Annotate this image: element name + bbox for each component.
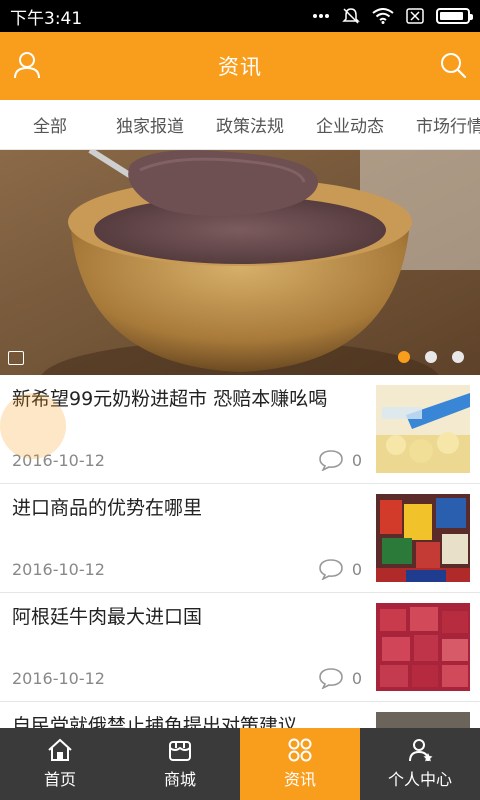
news-grid-icon (288, 738, 312, 762)
bottom-navigation: 首页 商城 资讯 个人中心 (0, 728, 480, 800)
news-thumbnail (376, 603, 470, 691)
news-item[interactable]: 阿根廷牛肉最大进口国 2016-10-12 0 (0, 593, 480, 702)
battery-fill (440, 12, 464, 20)
nav-label: 商城 (163, 770, 196, 789)
shop-icon (169, 741, 191, 761)
comment-count: 0 (318, 558, 362, 580)
status-icons (312, 7, 473, 25)
tab-market[interactable]: 市场行情 (400, 112, 480, 137)
touch-ripple (0, 393, 66, 459)
status-time: 下午3:41 (10, 8, 83, 29)
page-title: 资讯 (218, 55, 262, 79)
carousel-indicator (398, 351, 464, 363)
news-thumbnail (376, 712, 470, 728)
comment-icon (319, 559, 343, 580)
battery-icon (436, 8, 473, 24)
category-tabs: 全部 独家报道 政策法规 企业动态 市场行情 (0, 100, 480, 150)
app-screen: 下午3:41 资讯 全部 独家报道 政策法规 企业动态 市场行情 新希望99元奶… (0, 0, 480, 800)
tab-policy[interactable]: 政策法规 (200, 112, 300, 137)
tab-company-news[interactable]: 企业动态 (300, 112, 400, 137)
carousel-dot[interactable] (452, 351, 464, 363)
comment-count: 0 (318, 449, 362, 471)
news-item[interactable]: 自民党就俄禁止捕鱼提出对策建议 (0, 702, 480, 728)
news-item[interactable]: 进口商品的优势在哪里 2016-10-12 0 (0, 484, 480, 593)
news-title: 自民党就俄禁止捕鱼提出对策建议 (12, 715, 298, 728)
app-header: 资讯 (0, 32, 480, 100)
news-title: 新希望99元奶粉进超市 恐赔本赚吆喝 (12, 388, 328, 410)
nav-label: 资讯 (283, 770, 316, 789)
news-title: 阿根廷牛肉最大进口国 (12, 606, 203, 628)
news-thumbnail (376, 385, 470, 473)
nav-profile[interactable]: 个人中心 (360, 728, 480, 800)
comment-icon (319, 450, 343, 471)
news-date: 2016-10-12 (12, 669, 105, 688)
user-icon[interactable] (12, 50, 42, 80)
comment-count-value: 0 (351, 668, 362, 688)
carousel-dot[interactable] (398, 351, 410, 363)
nav-shop[interactable]: 商城 (120, 728, 240, 800)
image-indicator-icon (8, 351, 24, 365)
comment-icon (319, 668, 343, 689)
profile-icon (409, 739, 433, 762)
sim-x-icon (406, 8, 424, 24)
news-title: 进口商品的优势在哪里 (12, 497, 203, 519)
banner-image (0, 150, 480, 375)
mute-bell-icon (342, 8, 360, 24)
nav-news[interactable]: 资讯 (240, 728, 360, 800)
home-icon (48, 738, 72, 761)
news-date: 2016-10-12 (12, 560, 105, 579)
tab-exclusive[interactable]: 独家报道 (100, 112, 200, 137)
banner-carousel[interactable] (0, 150, 480, 375)
status-bar: 下午3:41 (0, 0, 480, 32)
comment-count: 0 (318, 667, 362, 689)
carousel-dot[interactable] (425, 351, 437, 363)
nav-label: 首页 (43, 770, 76, 789)
search-icon[interactable] (438, 50, 468, 80)
news-list: 新希望99元奶粉进超市 恐赔本赚吆喝 2016-10-12 0 进口商品的优势在… (0, 375, 480, 728)
comment-count-value: 0 (351, 450, 362, 470)
more-dots-icon (313, 14, 329, 18)
news-item[interactable]: 新希望99元奶粉进超市 恐赔本赚吆喝 2016-10-12 0 (0, 375, 480, 484)
comment-count-value: 0 (351, 559, 362, 579)
tab-all[interactable]: 全部 (0, 112, 100, 137)
nav-home[interactable]: 首页 (0, 728, 120, 800)
wifi-icon (372, 8, 394, 24)
news-thumbnail (376, 494, 470, 582)
nav-label: 个人中心 (387, 770, 452, 789)
